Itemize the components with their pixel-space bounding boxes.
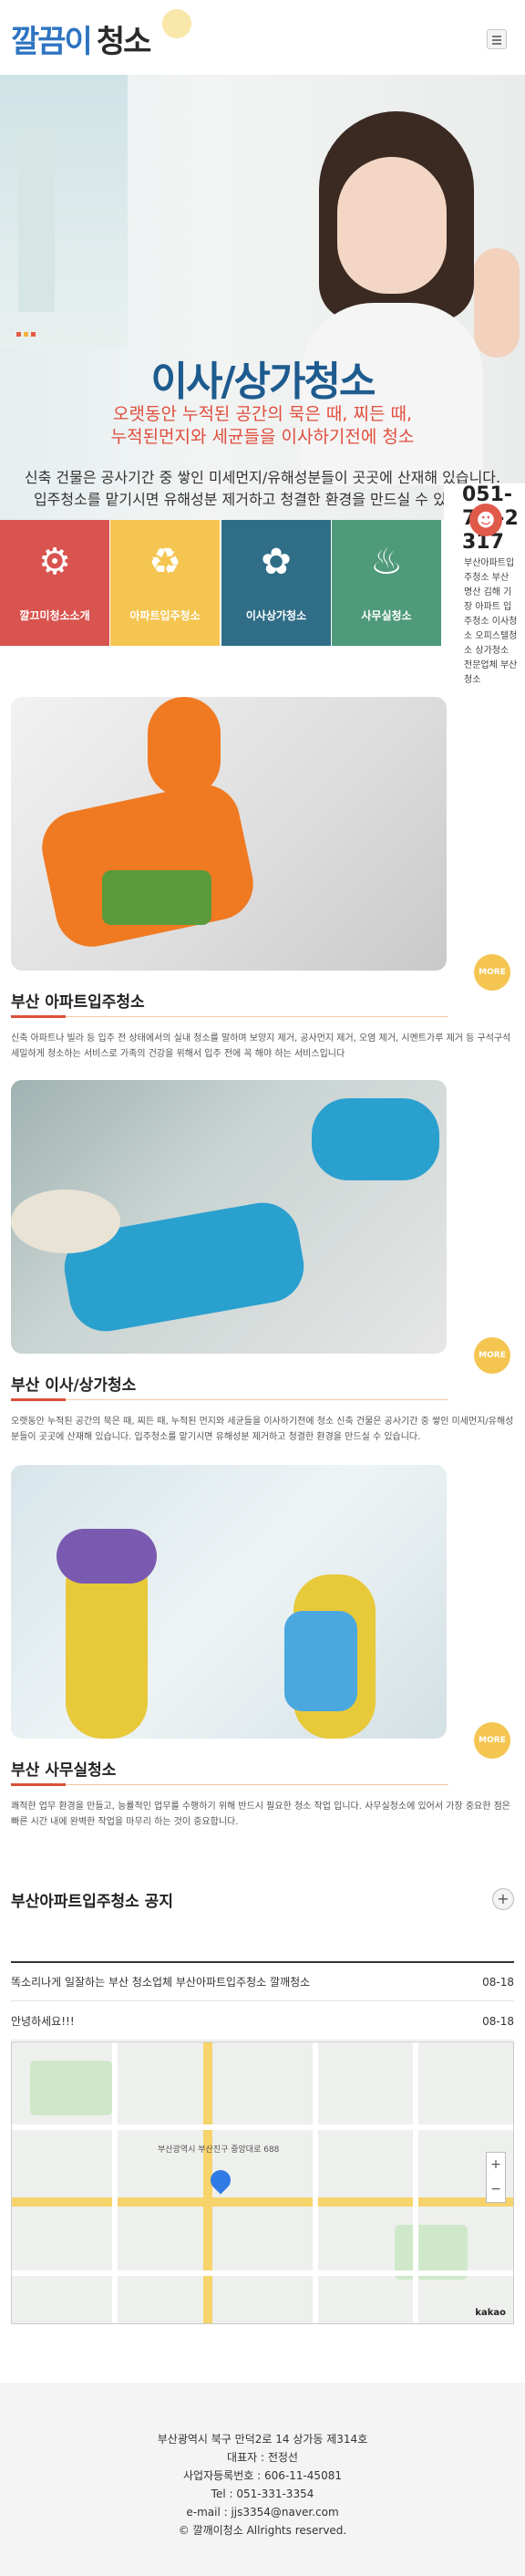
hero-window-frame	[18, 130, 55, 312]
zoom-in-icon[interactable]: +	[487, 2153, 505, 2177]
sidebar-text: 부산아파트입주청소 부산 명산 김해 기장 아파트 입주청소 이사청소 오피스텔…	[464, 558, 518, 685]
section-title: 부산 이사/상가청소	[11, 1376, 137, 1395]
tile-label: 이사상가청소	[245, 609, 307, 622]
tile-intro[interactable]: ⚙ 깔끄미청소소개	[0, 520, 109, 646]
section-office: MORE 부산 사무실청소 쾌적한 업무 환경을 만들고, 능률적인 업무를 수…	[11, 1465, 514, 1830]
notice-item-title: 안녕하세요!!!	[11, 2015, 75, 2028]
contact-sidebar: 051-7__-2317 ☻ 부산아파트입주청소 부산 명산 김해 기장 아파트…	[444, 483, 525, 695]
add-contact-icon[interactable]: ☻	[469, 504, 502, 536]
hero-model-face	[337, 157, 447, 294]
footer-copyright: © 깔깨이청소 Allrights reserved.	[178, 2524, 347, 2537]
office-photo	[11, 1465, 447, 1739]
logo-part2: 청소	[96, 24, 152, 60]
zoom-out-icon[interactable]: −	[487, 2177, 505, 2202]
footer-address: 부산광역시 북구 만덕2로 14 상가동 제314호	[157, 2433, 368, 2446]
logo-decoration	[162, 9, 191, 38]
section-title: 부산 아파트입주청소	[11, 993, 145, 1012]
section-moving: MORE 부산 이사/상가청소 오랫동안 누적된 공간의 묵은 때, 찌든 때,…	[11, 1080, 514, 1445]
footer-biz-number: 사업자등록번호 : 606-11-45081	[183, 2469, 342, 2482]
spray-icon: ✿	[261, 541, 292, 583]
footer-ceo: 대표자 : 전정선	[227, 2451, 298, 2464]
tile-label: 사무실청소	[361, 609, 412, 622]
section-divider	[11, 1015, 448, 1018]
apartment-photo	[11, 697, 447, 971]
notice-item[interactable]: 똑소리나게 일잘하는 부산 청소업체 부산아파트입주청소 깔깨청소 08-18	[11, 1963, 514, 2001]
location-map[interactable]: 부산광역시 부산진구 중앙대로 688 + − kakao	[11, 2041, 514, 2324]
tile-office[interactable]: ♨ 사무실청소	[332, 520, 441, 646]
footer-tel: Tel : 051-331-3354	[211, 2488, 314, 2500]
section-text: 오랫동안 누적된 공간의 묵은 때, 찌든 때, 누적된 먼지와 세균들을 이사…	[11, 1417, 514, 1442]
section-title: 부산 사무실청소	[11, 1761, 117, 1780]
header: 깔끔이 청소	[0, 0, 525, 75]
footer: 부산광역시 북구 만덕2로 14 상가동 제314호 대표자 : 전정선 사업자…	[0, 2383, 525, 2576]
map-zoom-control[interactable]: + −	[486, 2152, 506, 2203]
notice-item-title: 똑소리나게 일잘하는 부산 청소업체 부산아파트입주청소 깔깨청소	[11, 1976, 311, 1989]
more-button[interactable]: MORE	[474, 1337, 510, 1374]
more-button[interactable]: MORE	[474, 1722, 510, 1759]
tile-label: 깔끄미청소소개	[19, 609, 90, 622]
hero-banner: 이사/상가청소 오랫동안 누적된 공간의 묵은 때, 찌든 때, 누적된먼지와 …	[0, 75, 525, 520]
section-divider	[11, 1783, 448, 1786]
notice-item-date: 08-18	[482, 2015, 514, 2028]
section-text: 신축 아파트나 빌라 등 입주 전 상태에서의 실내 청소를 말하며 보양지 제…	[11, 1034, 511, 1059]
bottle-icon: ♨	[370, 541, 403, 583]
hero-model-hand	[474, 248, 520, 358]
moving-photo	[11, 1080, 447, 1354]
site-logo[interactable]: 깔끔이 청소	[11, 16, 152, 61]
section-apartment: MORE 부산 아파트입주청소 신축 아파트나 빌라 등 입주 전 상태에서의 …	[11, 697, 514, 1062]
section-text: 쾌적한 업무 환경을 만들고, 능률적인 업무를 수행하기 위해 반드시 필요한…	[11, 1802, 510, 1827]
notice-item[interactable]: 안녕하세요!!! 08-18	[11, 2002, 514, 2041]
map-address-label: 부산광역시 부산진구 중앙대로 688	[158, 2145, 280, 2155]
hero-subtitle: 오랫동안 누적된 공간의 묵은 때, 찌든 때, 누적된먼지와 세균들을 이사하…	[110, 404, 415, 447]
map-provider-logo: kakao	[475, 2308, 506, 2318]
vacuum-icon: ⚙	[38, 541, 71, 583]
bucket-icon: ♻	[149, 541, 181, 583]
notice-item-date: 08-18	[482, 1976, 514, 1989]
logo-part1: 깔끔이	[11, 24, 93, 60]
more-button[interactable]: MORE	[474, 954, 510, 991]
hero-title: 이사/상가청소	[150, 358, 376, 405]
section-divider	[11, 1398, 448, 1401]
tile-label: 아파트입주청소	[129, 609, 201, 622]
hamburger-icon[interactable]	[487, 29, 507, 49]
tile-apartment[interactable]: ♻ 아파트입주청소	[110, 520, 220, 646]
hero-slider-dots[interactable]	[16, 323, 38, 340]
footer-email: e-mail : jjs3354@naver.com	[186, 2506, 339, 2519]
tile-moving[interactable]: ✿ 이사상가청소	[221, 520, 331, 646]
notice-more-icon[interactable]: +	[492, 1888, 514, 1910]
notice-title: 부산아파트입주청소 공지	[11, 1893, 173, 1911]
